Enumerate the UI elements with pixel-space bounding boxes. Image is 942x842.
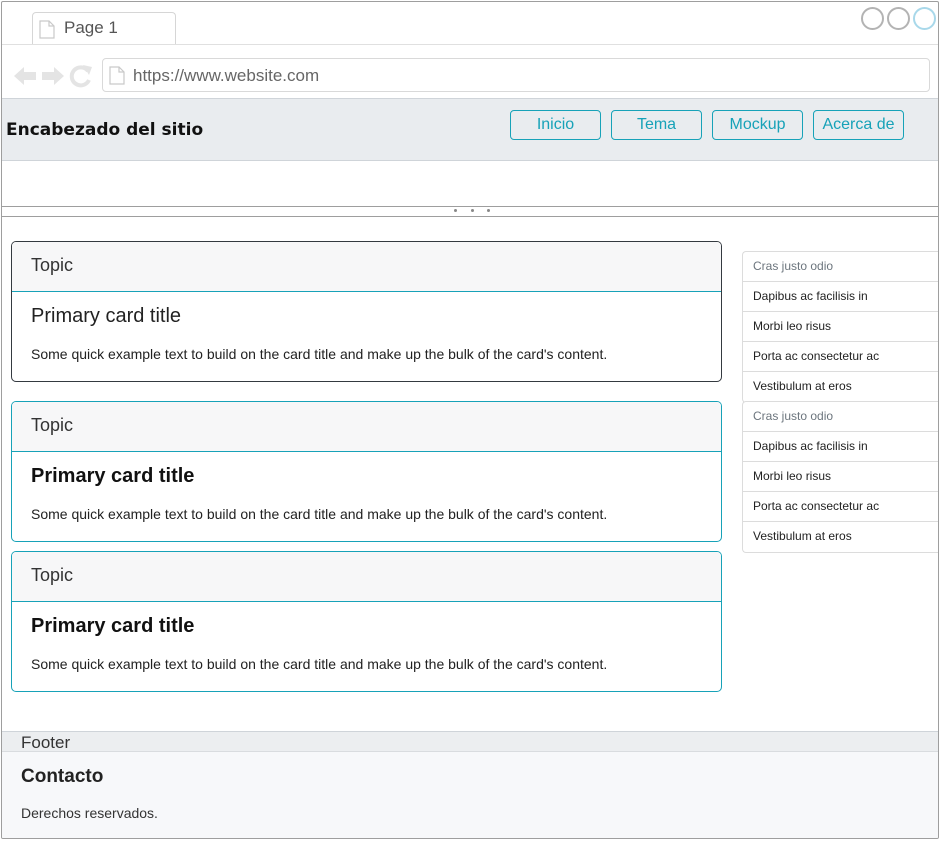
- footer-label: Footer: [21, 733, 71, 752]
- list-group: Cras justo odio Dapibus ac facilisis in …: [742, 251, 938, 403]
- footer-label-bar: [2, 732, 938, 752]
- back-arrow-icon[interactable]: [12, 63, 38, 89]
- document-icon: [39, 20, 55, 44]
- list-item[interactable]: Cras justo odio: [743, 252, 938, 282]
- browser-window: Page 1 https://www.website.com Encabezad…: [1, 1, 939, 839]
- window-controls: [861, 7, 936, 30]
- divider: [2, 206, 938, 207]
- nav-button-inicio[interactable]: Inicio: [510, 110, 601, 140]
- card: Topic Primary card title Some quick exam…: [11, 551, 722, 692]
- maximize-icon[interactable]: [887, 7, 910, 30]
- divider: [2, 216, 938, 217]
- tab-bar: Page 1: [2, 2, 938, 45]
- card-title: Primary card title: [31, 465, 195, 487]
- list-item[interactable]: Porta ac consectetur ac: [743, 342, 938, 372]
- list-item[interactable]: Vestibulum at eros: [743, 372, 938, 402]
- card-text: Some quick example text to build on the …: [31, 346, 608, 362]
- nav-button-mockup[interactable]: Mockup: [712, 110, 803, 140]
- card-body: Primary card title Some quick example te…: [12, 602, 721, 672]
- card-header: Topic: [12, 242, 721, 292]
- card-header: Topic: [12, 552, 721, 602]
- browser-tab[interactable]: Page 1: [32, 12, 176, 44]
- forward-arrow-icon[interactable]: [40, 63, 66, 89]
- footer-heading: Contacto: [21, 766, 104, 787]
- card-header: Topic: [12, 402, 721, 452]
- footer-text: Derechos reservados.: [21, 805, 158, 821]
- card: Topic Primary card title Some quick exam…: [11, 401, 722, 542]
- card-title: Primary card title: [31, 305, 182, 327]
- site-nav: Inicio Tema Mockup Acerca de: [510, 110, 904, 140]
- close-icon[interactable]: [913, 7, 936, 30]
- list-item[interactable]: Cras justo odio: [743, 402, 938, 432]
- card-title: Primary card title: [31, 615, 195, 637]
- list-item[interactable]: Dapibus ac facilisis in: [743, 432, 938, 462]
- card-body: Primary card title Some quick example te…: [12, 452, 721, 522]
- url-bar[interactable]: https://www.website.com: [102, 58, 930, 92]
- nav-button-tema[interactable]: Tema: [611, 110, 702, 140]
- reload-icon[interactable]: [68, 63, 94, 89]
- list-item[interactable]: Dapibus ac facilisis in: [743, 282, 938, 312]
- document-icon: [109, 66, 125, 90]
- list-group: Cras justo odio Dapibus ac facilisis in …: [742, 401, 938, 553]
- site-title: Encabezado del sitio: [6, 120, 204, 140]
- tab-title: Page 1: [64, 18, 118, 37]
- splitter-handle[interactable]: [454, 209, 490, 215]
- nav-controls: [12, 63, 94, 89]
- site-footer: Footer Contacto Derechos reservados.: [2, 731, 938, 838]
- card-text: Some quick example text to build on the …: [31, 506, 608, 522]
- card-text: Some quick example text to build on the …: [31, 656, 608, 672]
- list-item[interactable]: Vestibulum at eros: [743, 522, 938, 552]
- minimize-icon[interactable]: [861, 7, 884, 30]
- card: Topic Primary card title Some quick exam…: [11, 241, 722, 382]
- url-text: https://www.website.com: [133, 66, 320, 85]
- list-item[interactable]: Porta ac consectetur ac: [743, 492, 938, 522]
- site-header: Encabezado del sitio Inicio Tema Mockup …: [2, 98, 938, 161]
- list-item[interactable]: Morbi leo risus: [743, 462, 938, 492]
- card-body: Primary card title Some quick example te…: [12, 292, 721, 362]
- list-item[interactable]: Morbi leo risus: [743, 312, 938, 342]
- nav-button-acerca-de[interactable]: Acerca de: [813, 110, 904, 140]
- address-row: https://www.website.com: [2, 45, 938, 99]
